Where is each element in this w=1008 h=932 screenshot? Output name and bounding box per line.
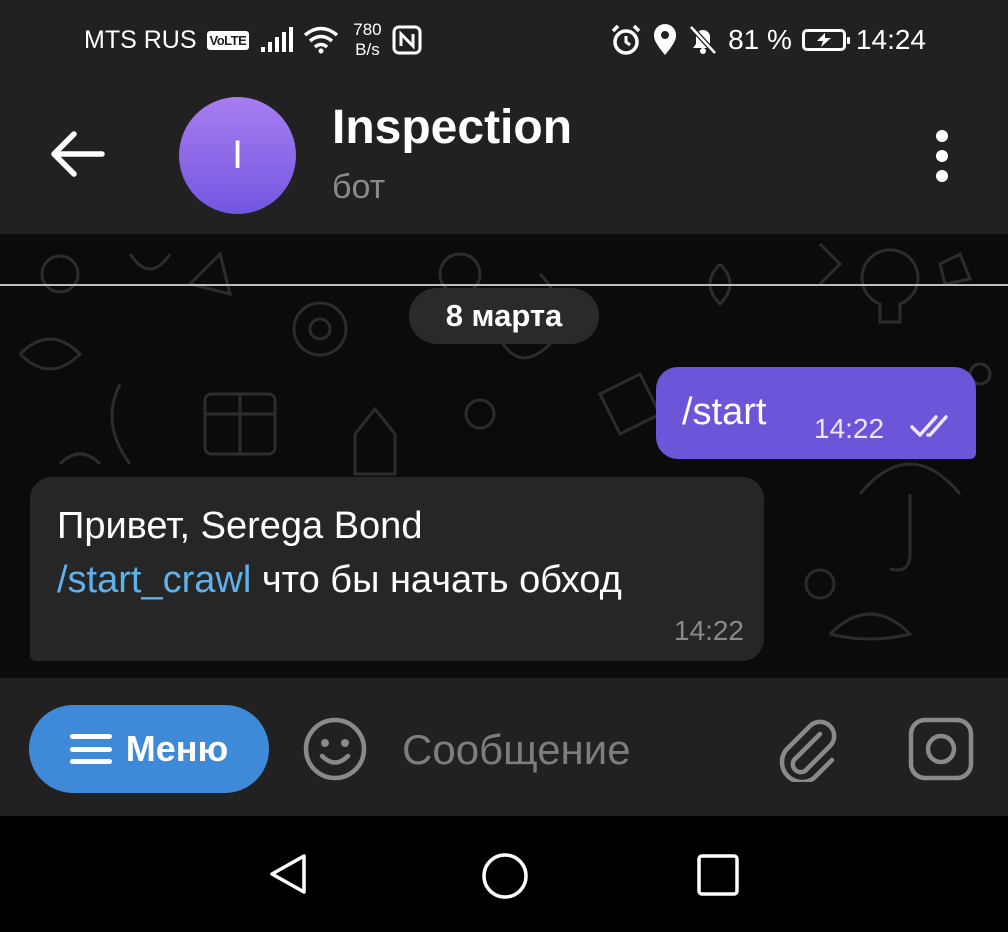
nav-recent-icon[interactable] <box>696 853 740 897</box>
speed-value: 780 <box>353 20 382 39</box>
bot-command-link[interactable]: /start_crawl <box>57 559 251 601</box>
status-time: 14:24 <box>855 24 926 55</box>
wifi-icon <box>304 26 339 54</box>
incoming-message-greeting: Привет, Serega Bond <box>57 505 423 547</box>
nfc-icon <box>392 25 422 55</box>
mute-icon <box>689 25 717 55</box>
battery-percent: 81 % <box>728 24 792 55</box>
double-check-icon <box>910 415 948 437</box>
status-bar: MTS RUS VoLTE 780 B/s 81 % 14:24 <box>0 0 1008 78</box>
avatar-letter: I <box>231 133 244 177</box>
chat-header: I Inspection бот <box>0 78 1008 234</box>
date-separator: 8 марта <box>409 288 599 344</box>
message-input[interactable] <box>402 722 732 778</box>
incoming-message-rest: что бы начать обход <box>251 559 622 601</box>
bot-menu-label: Меню <box>125 728 229 769</box>
chat-title[interactable]: Inspection <box>332 100 572 155</box>
alarm-icon <box>611 24 641 55</box>
avatar[interactable]: I <box>179 97 296 214</box>
incoming-message-time: 14:22 <box>673 615 744 646</box>
back-arrow-icon[interactable] <box>48 128 106 180</box>
incoming-message[interactable]: Привет, Serega Bond /start_crawl что бы … <box>30 477 764 661</box>
outgoing-message[interactable]: /start 14:22 <box>656 367 976 459</box>
navigation-bar <box>0 816 1008 932</box>
outgoing-message-time: 14:22 <box>814 413 885 444</box>
paperclip-icon[interactable] <box>776 716 840 782</box>
nav-back-icon[interactable] <box>266 852 310 896</box>
incoming-message-line2: /start_crawl что бы начать обход <box>57 559 622 602</box>
status-left: MTS RUS VoLTE 780 B/s <box>84 20 422 60</box>
network-speed: 780 B/s <box>353 20 381 60</box>
nav-home-icon[interactable] <box>481 852 529 900</box>
chat-subtitle: бот <box>332 168 386 206</box>
carrier-name: MTS RUS <box>84 25 197 54</box>
camera-icon[interactable] <box>907 716 975 782</box>
scroll-divider <box>0 284 1008 286</box>
status-right: 81 % 14:24 <box>610 22 926 58</box>
emoji-icon[interactable] <box>302 716 368 782</box>
location-icon <box>654 24 677 55</box>
speed-unit: B/s <box>355 40 380 59</box>
more-options-icon[interactable] <box>928 130 956 182</box>
volte-badge: VoLTE <box>206 30 250 50</box>
input-bar: Меню <box>0 678 1008 816</box>
battery-charging-icon <box>801 29 850 51</box>
menu-lines-icon <box>69 734 112 764</box>
chat-area[interactable]: 8 марта /start 14:22 Привет, Serega Bond… <box>0 234 1008 678</box>
bot-menu-button[interactable]: Меню <box>29 705 269 793</box>
outgoing-message-text: /start <box>682 391 767 433</box>
signal-icon <box>261 27 294 52</box>
